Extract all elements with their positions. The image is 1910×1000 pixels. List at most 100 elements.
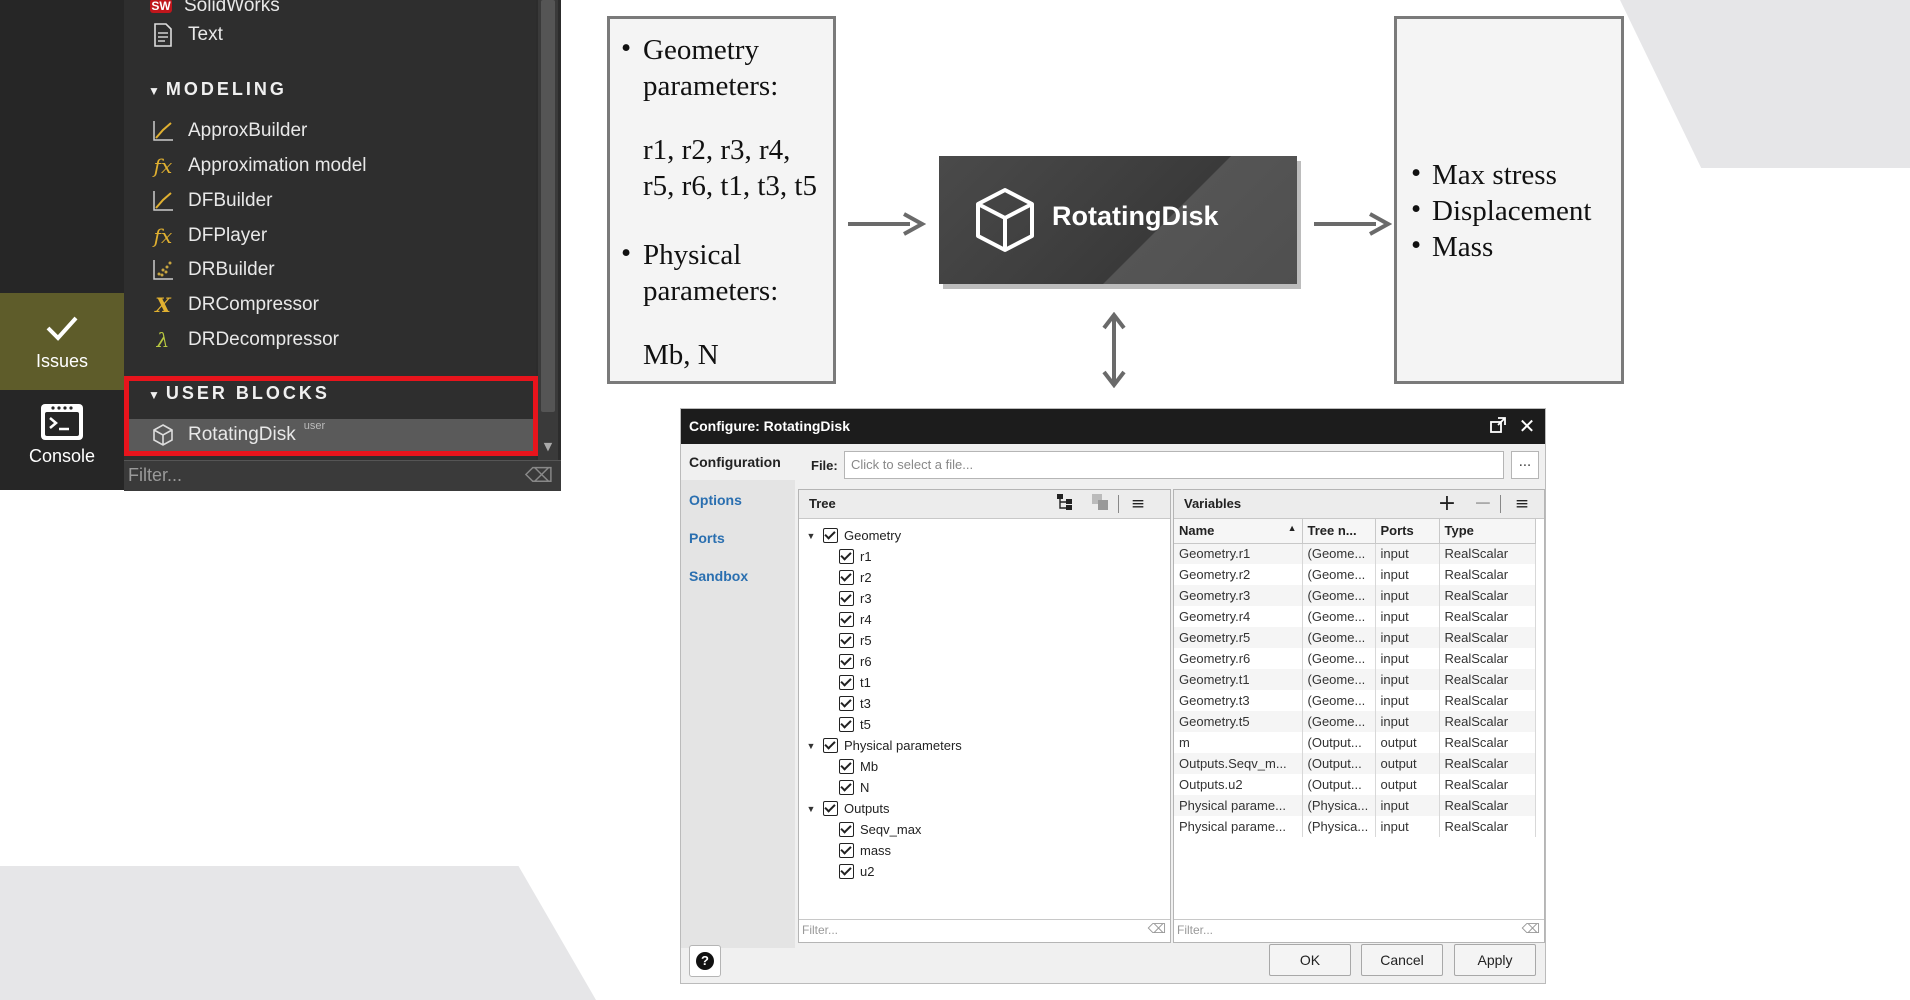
table-row[interactable]: Physical parame... (Physica... input RealSc… [1174, 816, 1536, 837]
menu-icon[interactable]: ≡ [1511, 493, 1533, 515]
checkbox-checked[interactable] [839, 759, 854, 774]
checkbox-checked[interactable] [839, 864, 854, 879]
checkbox-checked[interactable] [839, 570, 854, 585]
palette-item-approximation-model[interactable]: fx Approximation model [150, 151, 367, 181]
expand-triangle-icon[interactable]: ▼ [805, 741, 817, 751]
tree-item[interactable]: ▼ Geometry [805, 525, 901, 546]
tree-item[interactable]: N [839, 777, 869, 798]
tree-item[interactable]: t1 [839, 672, 871, 693]
undock-icon[interactable] [1487, 415, 1509, 437]
checkbox-checked[interactable] [839, 591, 854, 606]
tree-item[interactable]: r2 [839, 567, 872, 588]
geometry-heading-1: Geometry [643, 34, 759, 66]
menu-icon[interactable]: ≡ [1127, 493, 1149, 515]
tree-filter-input[interactable]: Filter... ⌫ [799, 919, 1170, 942]
checkbox-checked[interactable] [839, 612, 854, 627]
table-row[interactable]: Geometry.r1 (Geome... input RealScalar [1174, 543, 1536, 564]
filter-clear-icon[interactable]: ⌫ [1148, 922, 1166, 937]
tree-item[interactable]: t5 [839, 714, 871, 735]
tree-item[interactable]: r6 [839, 651, 872, 672]
table-row[interactable]: Physical parame... (Physica... input RealSc… [1174, 795, 1536, 816]
tree-item[interactable]: r4 [839, 609, 872, 630]
table-row[interactable]: Geometry.t5 (Geome... input RealScalar [1174, 711, 1536, 732]
tree-structure-icon[interactable] [1054, 493, 1076, 515]
physical-heading-1: Physical [643, 239, 742, 271]
tree-item[interactable]: Mb [839, 756, 878, 777]
column-header-ports[interactable]: Ports [1375, 519, 1440, 544]
dialog-titlebar[interactable]: Configure: RotatingDisk ✕ [681, 409, 1545, 444]
issues-button[interactable]: Issues [0, 293, 124, 390]
checkbox-checked[interactable] [823, 801, 838, 816]
palette-item-drdecompressor[interactable]: λ DRDecompressor [150, 325, 339, 355]
palette-item-solidworks[interactable]: SW SolidWorks [150, 0, 280, 21]
palette-scrollbar-thumb[interactable] [541, 0, 555, 412]
table-row[interactable]: Geometry.r5 (Geome... input RealScalar [1174, 627, 1536, 648]
column-header-tree-name[interactable]: Tree n... [1302, 519, 1376, 544]
table-cell: RealScalar [1439, 648, 1536, 669]
nav-options[interactable]: Options [681, 482, 795, 518]
checkbox-checked[interactable] [839, 822, 854, 837]
column-header-name[interactable]: Name ▲ [1174, 519, 1303, 544]
add-icon[interactable]: + [1436, 493, 1458, 515]
table-row[interactable]: Geometry.t1 (Geome... input RealScalar [1174, 669, 1536, 690]
table-row[interactable]: Geometry.r4 (Geome... input RealScalar [1174, 606, 1536, 627]
palette-item-drbuilder[interactable]: DRBuilder [150, 255, 275, 285]
tree-item[interactable]: ▼ Physical parameters [805, 735, 962, 756]
variables-filter-input[interactable]: Filter... ⌫ [1174, 919, 1544, 942]
palette-item-label: DFBuilder [188, 190, 273, 211]
tree-item[interactable]: Seqv_max [839, 819, 921, 840]
table-cell: RealScalar [1439, 690, 1536, 711]
cancel-button[interactable]: Cancel [1361, 944, 1443, 976]
tree-item[interactable]: ▼ Outputs [805, 798, 890, 819]
table-row[interactable]: Geometry.r6 (Geome... input RealScalar [1174, 648, 1536, 669]
table-row[interactable]: Geometry.r3 (Geome... input RealScalar [1174, 585, 1536, 606]
checkbox-checked[interactable] [839, 696, 854, 711]
table-row[interactable]: Geometry.t3 (Geome... input RealScalar [1174, 690, 1536, 711]
palette-filter-input[interactable]: Filter... ⌫ [124, 460, 561, 491]
nav-sandbox[interactable]: Sandbox [681, 558, 795, 594]
checkbox-checked[interactable] [839, 654, 854, 669]
palette-item-drcompressor[interactable]: X DRCompressor [150, 290, 319, 320]
table-row[interactable]: Outputs.Seqv_m... (Output... output RealSca… [1174, 753, 1536, 774]
table-row[interactable]: Geometry.r2 (Geome... input RealScalar [1174, 564, 1536, 585]
checkbox-checked[interactable] [839, 549, 854, 564]
nav-configuration[interactable]: Configuration [681, 444, 795, 480]
copy-icon[interactable] [1089, 493, 1111, 515]
section-header-label: MODELING [165, 79, 287, 99]
checkbox-checked[interactable] [839, 843, 854, 858]
tree-item[interactable]: t3 [839, 693, 871, 714]
column-header-type[interactable]: Type [1439, 519, 1536, 544]
checkbox-checked[interactable] [839, 633, 854, 648]
filter-clear-icon[interactable]: ⌫ [525, 463, 553, 487]
palette-item-dfbuilder[interactable]: DFBuilder [150, 186, 272, 216]
tree-item[interactable]: mass [839, 840, 891, 861]
console-button[interactable]: Console [0, 390, 124, 490]
checkbox-checked[interactable] [839, 780, 854, 795]
tree-item[interactable]: r5 [839, 630, 872, 651]
palette-item-approxbuilder[interactable]: ApproxBuilder [150, 116, 307, 146]
palette-item-text[interactable]: Text [150, 20, 223, 50]
checkbox-checked[interactable] [839, 717, 854, 732]
close-icon[interactable]: ✕ [1516, 415, 1538, 437]
tree-item[interactable]: r1 [839, 546, 872, 567]
file-input[interactable]: Click to select a file... [844, 451, 1504, 479]
table-row[interactable]: Outputs.u2 (Output... output RealScalar [1174, 774, 1536, 795]
tree-item[interactable]: u2 [839, 861, 874, 882]
remove-icon[interactable]: − [1472, 493, 1494, 515]
section-header-modeling[interactable]: ▼ MODELING [148, 79, 287, 100]
filter-clear-icon[interactable]: ⌫ [1522, 922, 1540, 937]
browse-button[interactable]: ... [1511, 451, 1539, 479]
checkbox-checked[interactable] [839, 675, 854, 690]
table-row[interactable]: m (Output... output RealScalar [1174, 732, 1536, 753]
palette-item-dfplayer[interactable]: fx DFPlayer [150, 221, 268, 251]
checkbox-checked[interactable] [823, 738, 838, 753]
scroll-down-arrow-icon[interactable]: ▼ [541, 440, 555, 454]
tree-item[interactable]: r3 [839, 588, 872, 609]
checkbox-checked[interactable] [823, 528, 838, 543]
ok-button[interactable]: OK [1269, 944, 1351, 976]
expand-triangle-icon[interactable]: ▼ [805, 804, 817, 814]
nav-ports[interactable]: Ports [681, 520, 795, 556]
apply-button[interactable]: Apply [1454, 944, 1536, 976]
help-button[interactable]: ? [689, 945, 721, 977]
expand-triangle-icon[interactable]: ▼ [805, 531, 817, 541]
